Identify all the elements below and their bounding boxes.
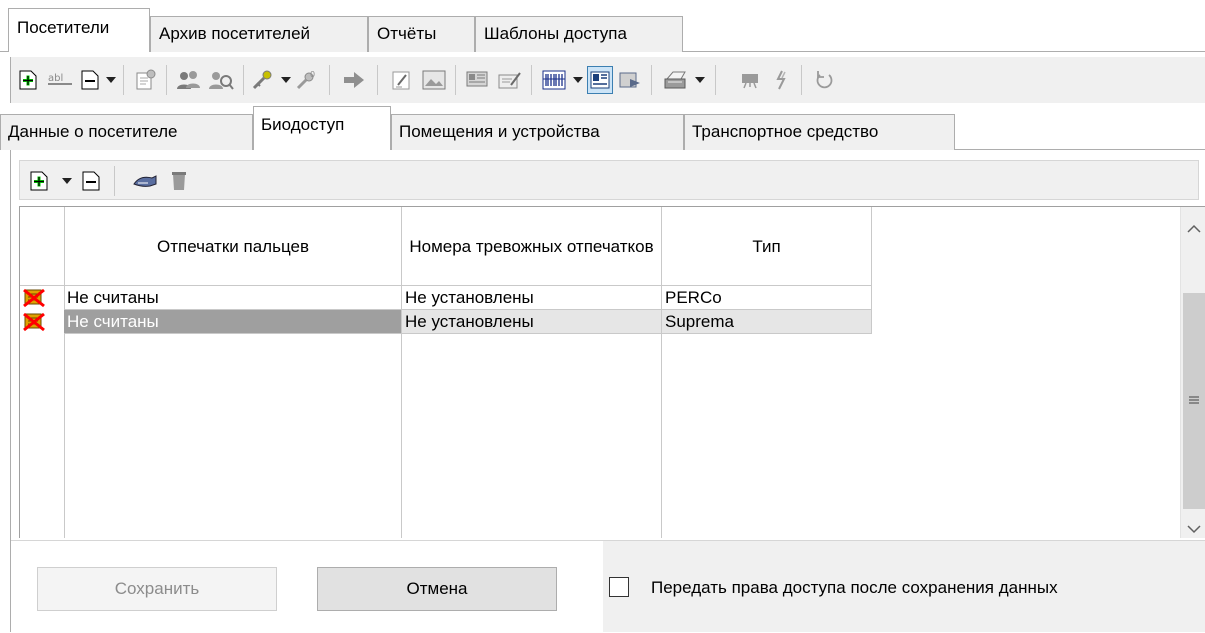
scroll-down-icon[interactable] xyxy=(1187,519,1201,539)
tab-access-templates[interactable]: Шаблоны доступа xyxy=(475,16,683,52)
scroll-thumb[interactable] xyxy=(1183,293,1205,509)
edit-doc-icon[interactable] xyxy=(389,66,415,94)
type-cell: PERCo xyxy=(662,286,872,310)
tab-visitors-archive[interactable]: Архив посетителей xyxy=(150,16,368,52)
image-icon[interactable] xyxy=(421,66,447,94)
col-header-alarm-numbers[interactable]: Номера тревожных отпечатков xyxy=(402,207,662,286)
alarm-numbers-cell: Не установлены xyxy=(402,310,662,334)
chevron-down-icon[interactable] xyxy=(695,77,705,83)
barcode-icon[interactable] xyxy=(541,66,567,94)
col-header-type[interactable]: Тип xyxy=(662,207,872,286)
tab-vehicle[interactable]: Транспортное средство xyxy=(684,114,955,150)
chevron-down-icon[interactable] xyxy=(281,77,291,83)
key-icon[interactable] xyxy=(251,66,277,94)
col-header-fingerprints[interactable]: Отпечатки пальцев xyxy=(65,207,402,286)
bioaccess-panel: Отпечатки пальцев Номера тревожных отпеч… xyxy=(10,150,1205,633)
fingerprint-missing-icon xyxy=(22,288,46,308)
type-cell: Suprema xyxy=(662,310,872,334)
row-header-corner xyxy=(20,207,65,286)
cancel-button[interactable]: Отмена xyxy=(317,567,557,611)
main-tabs: Посетители Архив посетителей Отчёты Шабл… xyxy=(0,0,1205,56)
fingerprints-cell: Не считаны xyxy=(64,286,402,310)
remove-icon[interactable] xyxy=(78,167,104,195)
presentation-icon[interactable] xyxy=(737,66,763,94)
photo-card-icon[interactable] xyxy=(587,66,613,94)
tab-visitors[interactable]: Посетители xyxy=(8,8,150,52)
user-search-icon[interactable] xyxy=(208,66,234,94)
users-icon[interactable] xyxy=(176,66,202,94)
fingerprint-toolbar xyxy=(19,160,1199,200)
table-row[interactable]: Не считаны Не установлены Suprema xyxy=(20,310,872,334)
rename-icon[interactable]: abl xyxy=(47,66,73,94)
properties-icon[interactable] xyxy=(133,66,159,94)
tab-rooms-devices[interactable]: Помещения и устройства xyxy=(391,114,684,150)
svg-text:abl: abl xyxy=(48,73,63,84)
fingerprint-icon[interactable] xyxy=(769,66,795,94)
remove-icon[interactable] xyxy=(77,66,103,94)
tab-reports[interactable]: Отчёты xyxy=(368,16,475,52)
tab-visitor-data[interactable]: Данные о посетителе xyxy=(0,114,253,150)
add-icon[interactable] xyxy=(26,167,52,195)
card-edit-icon[interactable] xyxy=(497,66,523,94)
fingerprints-cell: Не считаны xyxy=(64,310,402,334)
table-row[interactable]: Не считаны Не установлены PERCo xyxy=(20,286,872,310)
photo-card-back-icon[interactable] xyxy=(617,66,643,94)
printer-icon[interactable] xyxy=(663,66,689,94)
key-reset-icon[interactable]: 0 xyxy=(295,66,321,94)
fingerprint-missing-icon xyxy=(22,312,46,332)
card-icon[interactable] xyxy=(465,66,491,94)
svg-text:0: 0 xyxy=(310,70,315,79)
transfer-access-checkbox[interactable] xyxy=(609,577,629,597)
main-toolbar: abl 0 xyxy=(10,57,1205,103)
form-footer: Сохранить Отмена Передать права доступа … xyxy=(11,540,1205,633)
save-button[interactable]: Сохранить xyxy=(37,567,277,611)
delete-fingerprint-icon[interactable] xyxy=(166,167,192,195)
scan-finger-icon[interactable] xyxy=(132,167,158,195)
add-icon[interactable] xyxy=(15,66,41,94)
scroll-up-icon[interactable] xyxy=(1187,219,1201,239)
visitor-tabs: Данные о посетителе Биодоступ Помещения … xyxy=(0,104,1205,150)
chevron-down-icon[interactable] xyxy=(573,77,583,83)
tab-bioaccess[interactable]: Биодоступ xyxy=(253,106,391,150)
arrow-right-icon[interactable] xyxy=(341,66,367,94)
vertical-scrollbar[interactable] xyxy=(1180,207,1205,538)
alarm-numbers-cell: Не установлены xyxy=(402,286,662,310)
chevron-down-icon[interactable] xyxy=(62,178,72,184)
chevron-down-icon[interactable] xyxy=(106,77,116,83)
fingerprints-table: Отпечатки пальцев Номера тревожных отпеч… xyxy=(19,206,1205,538)
refresh-icon[interactable] xyxy=(811,66,837,94)
transfer-access-label[interactable]: Передать права доступа после сохранения … xyxy=(651,577,1058,599)
